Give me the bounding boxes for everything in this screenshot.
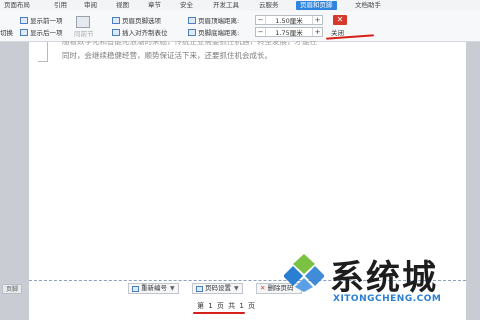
page-number-settings-label: 页码设置 [205,284,231,292]
header-top-distance-text: 页眉顶端距离: [198,17,240,25]
annotation-underline [193,312,245,314]
delete-icon: ✕ [260,284,266,292]
next-item-icon [20,28,28,36]
body-text-line: 随着数字化和智能化浪潮的来临，传统企业需要抓住机遇，转型发展，才能在 [62,41,317,46]
chevron-down-icon: ▼ [234,285,239,292]
footer-bottom-distance-text: 页脚底端距离: [198,29,240,37]
header-footer-options-button[interactable]: 页眉页脚选项 [112,15,161,25]
header-top-distance-input[interactable]: 1.50厘米 [266,15,312,25]
watermark-title: 系统城 [330,258,438,298]
renumber-label: 重新编号 [141,284,167,292]
toggle-button[interactable]: 切换 [0,27,13,37]
tab-cloud[interactable]: 云服务 [259,1,279,10]
show-next-button[interactable]: 显示后一项 [20,27,63,37]
decrease-button[interactable]: − [256,16,266,24]
show-next-label: 显示后一项 [30,29,63,37]
xitongcheng-logo-icon [284,254,324,292]
footer-distance-icon [188,28,196,36]
link-previous-icon [75,16,90,28]
header-top-distance-stepper[interactable]: − 1.50厘米 + [255,15,323,25]
increase-button[interactable]: + [312,28,322,36]
chevron-down-icon: ▼ [170,285,175,292]
renumber-icon [132,285,139,292]
insert-align-tab-button[interactable]: 插入对齐制表位 [112,27,168,37]
tab-header-footer[interactable]: 页眉和页脚 [296,1,337,10]
align-tab-icon [112,28,120,36]
header-distance-icon [188,16,196,24]
close-icon: ✕ [336,15,344,24]
show-previous-label: 显示前一项 [30,17,63,25]
previous-item-icon [20,16,28,24]
tab-security[interactable]: 安全 [180,1,193,10]
renumber-button[interactable]: 重新编号 ▼ [128,283,179,294]
footer-tag: 页脚 [2,284,23,294]
left-gutter [0,42,29,320]
tab-references[interactable]: 引用 [54,1,67,10]
tab-doc-assistant[interactable]: 文档助手 [355,1,381,10]
tab-review[interactable]: 审阅 [84,1,97,10]
tab-developer[interactable]: 开发工具 [213,1,239,10]
ribbon [0,11,480,42]
footer-bottom-distance-stepper[interactable]: − 1.75厘米 + [255,27,323,37]
increase-button[interactable]: + [312,16,322,24]
same-as-previous-label: 同前节 [74,30,94,38]
tab-sections[interactable]: 章节 [148,1,161,10]
body-text-line: 同时，会继续稳健经营，顺势保证活下来，还要抓住机会成长。 [62,51,272,60]
close-header-footer-button[interactable]: ✕ [333,15,347,25]
toggle-label: 切换 [0,29,13,37]
footer-bottom-distance-label: 页脚底端距离: [188,27,239,37]
same-as-previous-button[interactable]: 同前节 [74,16,94,40]
tab-page-layout[interactable]: 页面布局 [4,1,30,10]
insert-align-tab-label: 插入对齐制表位 [122,29,168,37]
header-footer-options-label: 页眉页脚选项 [122,17,161,25]
tab-view[interactable]: 视图 [116,1,129,10]
show-previous-button[interactable]: 显示前一项 [20,15,63,25]
decrease-button[interactable]: − [256,28,266,36]
watermark-subtitle: XITONGCHENG.COM [333,294,442,304]
header-top-distance-label: 页眉顶端距离: [188,15,239,25]
footer-bottom-distance-input[interactable]: 1.75厘米 [266,27,312,37]
page-number-settings-button[interactable]: 页码设置 ▼ [192,283,243,294]
page-number-text[interactable]: 第 1 页 共 1 页 [197,301,256,311]
page-settings-icon [196,285,203,292]
right-gutter [466,42,480,320]
menu-bar: 页面布局 引用 审阅 视图 章节 安全 开发工具 云服务 页眉和页脚 文档助手 [0,0,480,11]
margin-marker [38,42,48,62]
options-icon [112,16,120,24]
